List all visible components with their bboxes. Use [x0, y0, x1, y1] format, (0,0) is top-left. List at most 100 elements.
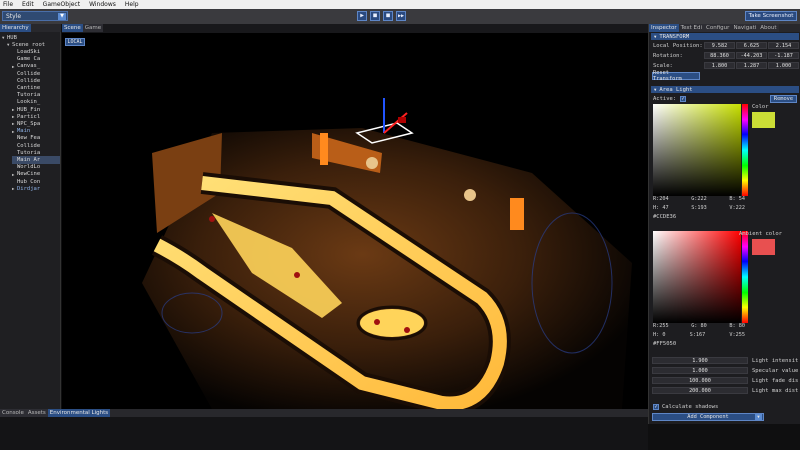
tree-item[interactable]: Collide — [12, 70, 60, 77]
remove-component-button[interactable]: Remove — [770, 95, 797, 103]
scene-prop — [404, 327, 410, 333]
scene-glow-pillar — [320, 133, 328, 165]
tree-item[interactable]: Hub Con — [12, 178, 60, 185]
tree-item[interactable]: ▼ HUB — [2, 34, 60, 41]
tab-console[interactable]: Console — [0, 409, 26, 417]
menu-file[interactable]: File — [3, 1, 13, 8]
color-s-value[interactable]: S:193 — [691, 205, 707, 212]
ambient-h-value[interactable]: H: 0 — [653, 332, 666, 339]
specular-value-field[interactable]: 1.000 — [652, 367, 748, 374]
light-max-distance-field[interactable]: 200.000 — [652, 387, 748, 394]
ambient-color-label: Ambient color — [739, 231, 783, 237]
color-hue-slider[interactable] — [742, 104, 748, 196]
scale-y-field[interactable]: 1.287 — [736, 62, 767, 69]
tab-navigation[interactable]: Navigati — [731, 24, 759, 32]
ambient-sv-square[interactable] — [653, 231, 741, 323]
color-r-value[interactable]: R:204 — [653, 196, 669, 203]
tree-item[interactable]: Lookin_ — [12, 99, 60, 106]
stop-icon: ■ — [386, 12, 390, 19]
light-intensity-field[interactable]: 1.900 — [652, 357, 748, 364]
tree-item[interactable]: Collide — [12, 142, 60, 149]
ambient-swatch[interactable] — [752, 239, 775, 255]
position-z-field[interactable]: 2.154 — [768, 42, 799, 49]
rotation-y-field[interactable]: -44.203 — [736, 52, 767, 59]
ambient-rgb-row: R:255 G: 80 B: 80 — [653, 323, 745, 330]
tree-item[interactable]: ▶ Main — [12, 128, 60, 135]
tab-text-editor[interactable]: Text Edi — [678, 24, 705, 32]
tree-item[interactable]: Game Ca — [12, 56, 60, 63]
tree-item[interactable]: WorldLo — [12, 164, 60, 171]
ambient-hue-slider[interactable] — [742, 231, 748, 323]
light-fade-distance-field[interactable]: 100.000 — [652, 377, 748, 384]
color-swatch[interactable] — [752, 112, 775, 128]
chevron-down-icon: ▼ — [755, 414, 762, 420]
scale-z-field[interactable]: 1.000 — [768, 62, 799, 69]
ambient-g-value[interactable]: G: 80 — [691, 323, 707, 330]
tree-item[interactable]: ▼ Scene root — [7, 41, 60, 48]
tab-game[interactable]: Game — [82, 24, 104, 32]
tab-hierarchy[interactable]: Hierarchy — [0, 24, 31, 32]
color-b-value[interactable]: B: 54 — [729, 196, 745, 203]
play-button[interactable]: ▶ — [357, 11, 367, 21]
add-component-button[interactable]: Add Component ▼ — [652, 413, 764, 421]
position-y-field[interactable]: 6.625 — [736, 42, 767, 49]
color-sv-square[interactable] — [653, 104, 741, 196]
menu-windows[interactable]: Windows — [89, 1, 116, 8]
tree-item-label: Main Ar — [17, 156, 41, 163]
step-button[interactable]: ▶▶ — [396, 11, 406, 21]
tree-item[interactable]: ▶ Canvas_ — [12, 63, 60, 70]
ambient-hex-value[interactable]: #FF5050 — [653, 341, 676, 347]
menu-edit[interactable]: Edit — [22, 1, 34, 8]
tree-item[interactable]: ▶ Dirdjar — [12, 185, 60, 192]
rotation-z-field[interactable]: -1.187 — [768, 52, 799, 59]
area-light-section-header[interactable]: ▼ Area Light — [651, 86, 799, 93]
tab-inspector[interactable]: Inspector — [649, 24, 679, 32]
tree-item[interactable]: Main Ar — [12, 156, 60, 164]
tree-item[interactable]: Cantine — [12, 84, 60, 91]
ambient-r-value[interactable]: R:255 — [653, 323, 669, 330]
tab-assets[interactable]: Assets — [25, 409, 48, 417]
calculate-shadows-checkbox[interactable]: ✓ — [653, 404, 659, 410]
tab-about[interactable]: About — [758, 24, 779, 32]
take-screenshot-button[interactable]: Take Screenshot — [745, 11, 797, 21]
menu-help[interactable]: Help — [125, 1, 139, 8]
position-x-field[interactable]: 9.582 — [704, 42, 735, 49]
tree-item[interactable]: LoadSki — [12, 48, 60, 55]
rotation-x-field[interactable]: 88.360 — [704, 52, 735, 59]
tree-item[interactable]: ▶ HUB_Fin — [12, 106, 60, 113]
tree-item[interactable]: New Fea — [12, 135, 60, 142]
chevron-down-icon: ▼ — [654, 87, 657, 92]
scale-x-field[interactable]: 1.800 — [704, 62, 735, 69]
pause-button[interactable]: ■ — [370, 11, 380, 21]
color-v-value[interactable]: V:222 — [729, 205, 745, 212]
tree-item[interactable]: ▶ Particl — [12, 113, 60, 120]
tab-scene[interactable]: Scene — [62, 24, 83, 32]
tree-item[interactable]: Tutoria — [12, 92, 60, 99]
tree-item-label: Dirdjar — [17, 185, 41, 192]
bottom-tabbar: Console Assets Environmental Lights — [0, 409, 648, 417]
ambient-v-value[interactable]: V:255 — [729, 332, 745, 339]
ambient-b-value[interactable]: B: 80 — [729, 323, 745, 330]
color-hex-value[interactable]: #CCDE36 — [653, 214, 676, 220]
style-select[interactable]: Style ▼ — [2, 11, 68, 21]
tree-item-label: Hub Con — [17, 178, 41, 185]
tree-item[interactable]: Tutoria — [12, 149, 60, 156]
scene-view[interactable]: Scene Game LOCAL — [62, 24, 648, 409]
stop-button[interactable]: ■ — [383, 11, 393, 21]
tree-item[interactable]: ▶ NPC_Spa — [12, 120, 60, 127]
menu-gameobject[interactable]: GameObject — [43, 1, 80, 8]
scene-tabbar: Scene Game — [62, 24, 648, 33]
transform-section-header[interactable]: ▼ TRANSFORM — [651, 33, 799, 40]
reset-transform-button[interactable]: Reset Transform — [652, 70, 700, 82]
color-h-value[interactable]: H: 47 — [653, 205, 669, 212]
active-checkbox[interactable]: ✓ — [680, 96, 686, 102]
tree-item-label: New Fea — [17, 135, 41, 142]
tab-configuration[interactable]: Configur — [704, 24, 732, 32]
local-space-toggle[interactable]: LOCAL — [65, 38, 85, 46]
color-g-value[interactable]: G:222 — [691, 196, 707, 203]
tree-item[interactable]: ▶ NewCine — [12, 171, 60, 178]
tree-item-label: Scene root — [12, 41, 46, 48]
tree-item[interactable]: Collide — [12, 77, 60, 84]
tab-environmental-lights[interactable]: Environmental Lights — [47, 409, 111, 417]
ambient-s-value[interactable]: S:167 — [690, 332, 706, 339]
